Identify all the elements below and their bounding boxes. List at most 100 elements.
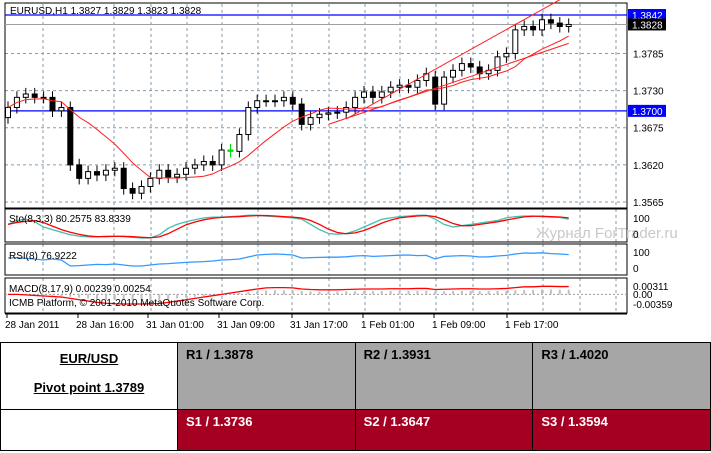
candle-body	[5, 106, 11, 119]
candle-body	[58, 106, 65, 112]
candle-body	[352, 96, 359, 108]
candle-body	[22, 93, 29, 98]
candles	[5, 13, 572, 200]
candle-body	[111, 167, 118, 171]
time-label: 31 Jan 17:00	[290, 320, 348, 331]
sto-tick-0: 0	[633, 230, 639, 241]
candle-body	[263, 100, 270, 103]
pair-label: EUR/USD	[59, 351, 119, 366]
price-tick: 1.3730	[633, 87, 664, 98]
candle-body	[387, 86, 394, 93]
price-chart[interactable]: 1.38421.37001.3828 EURUSD,H1 1.3827 1.38…	[0, 0, 711, 340]
time-label: 31 Jan 01:00	[146, 320, 204, 331]
candle-body	[467, 63, 474, 68]
price-tick: 1.3565	[633, 198, 664, 209]
s1-cell: S1 / 1.3736	[177, 409, 356, 451]
candle-body	[156, 169, 163, 179]
empty-cell	[0, 409, 178, 451]
candle-body	[85, 171, 92, 179]
candle-body	[547, 19, 554, 24]
r1-cell: R1 / 1.3878	[177, 342, 356, 410]
macd-label: MACD(8,17,9) 0.00239 0.00254	[9, 284, 151, 295]
candle-body	[530, 25, 537, 31]
candle-body	[129, 188, 136, 194]
candle-body	[396, 84, 403, 88]
time-label: 28 Jan 2011	[5, 320, 60, 331]
candle-body	[138, 185, 145, 194]
copyright: ICMB Platform, © 2001-2010 MetaQuotes So…	[9, 298, 264, 309]
sto-label: Sto(8,3,3) 80.2575 83.8339	[9, 214, 131, 225]
channel-upper-line	[345, 0, 561, 120]
chart-header: EURUSD,H1 1.3827 1.3829 1.3823 1.3828	[10, 6, 202, 17]
candle-body	[298, 103, 305, 125]
candle-body	[334, 111, 341, 114]
rsi-label: RSI(8) 76.9222	[9, 251, 77, 262]
time-label: 31 Jan 09:00	[217, 320, 275, 331]
candle-body	[325, 112, 332, 115]
price-tick: 1.3785	[633, 49, 664, 60]
candle-body	[191, 164, 198, 169]
level-label: 1.3700	[632, 107, 663, 118]
price-tick: 1.3675	[633, 124, 664, 135]
time-label: 1 Feb 17:00	[505, 320, 559, 331]
s2-cell: S2 / 1.3647	[354, 409, 534, 451]
time-label: 28 Jan 16:00	[76, 320, 134, 331]
pivot-label: Pivot point 1.3789	[33, 380, 145, 395]
candle-body	[200, 160, 207, 166]
moving-average-line	[7, 35, 569, 179]
candle-body	[432, 76, 439, 105]
candle-body	[503, 52, 510, 58]
candle-body	[236, 133, 243, 152]
current-price-label: 1.3828	[632, 20, 663, 31]
candle-body	[94, 171, 100, 176]
candle-body	[218, 149, 225, 166]
candle-body	[316, 113, 323, 119]
candle-body	[174, 173, 181, 178]
rsi-panel	[4, 243, 628, 276]
candle-body	[183, 167, 189, 175]
r2-cell: R2 / 1.3931	[354, 342, 534, 410]
candle-body	[272, 100, 278, 103]
rsi-tick-0: 0	[633, 264, 639, 275]
candle-body	[378, 91, 385, 98]
rsi-line	[7, 252, 569, 267]
candle-body	[120, 167, 127, 190]
candle-body	[209, 160, 216, 166]
watermark: Журнал ForTrader.ru	[536, 225, 678, 242]
main-panel	[4, 2, 628, 209]
candle-body	[254, 100, 261, 108]
candle-body	[565, 23, 572, 27]
time-label: 1 Feb 01:00	[361, 320, 415, 331]
candle-body	[369, 91, 376, 98]
candle-body	[67, 106, 74, 166]
candle-body	[556, 22, 563, 27]
macd-tick-min: -0.00359	[633, 300, 673, 311]
candle-body	[147, 177, 154, 187]
candle-body	[512, 29, 519, 54]
candle-body	[458, 63, 465, 71]
candle-body	[414, 79, 421, 88]
rsi-tick-100: 100	[633, 248, 650, 259]
time-label: 1 Feb 09:00	[432, 320, 486, 331]
candle-body	[102, 169, 109, 176]
candle-body	[450, 69, 456, 78]
candle-body	[280, 96, 287, 102]
sto-tick-100: 100	[633, 214, 650, 225]
candle-body	[245, 106, 252, 135]
candle-body	[361, 91, 367, 98]
price-tick: 1.3620	[633, 161, 664, 172]
pivot-table: EUR/USD Pivot point 1.3789 R1 / 1.3878 R…	[0, 342, 711, 451]
chart-grid	[5, 4, 627, 313]
candle-body	[521, 25, 528, 31]
candle-body	[31, 93, 38, 98]
candle-body	[539, 19, 545, 31]
candle-body	[49, 96, 56, 112]
candle-body	[343, 106, 350, 113]
s3-cell: S3 / 1.3594	[532, 409, 711, 451]
r3-cell: R3 / 1.4020	[532, 342, 711, 410]
candle-body	[227, 149, 234, 152]
candle-body	[289, 96, 296, 105]
candle-body	[441, 76, 448, 105]
candle-body	[165, 169, 172, 178]
channel-lower-line	[328, 42, 569, 125]
